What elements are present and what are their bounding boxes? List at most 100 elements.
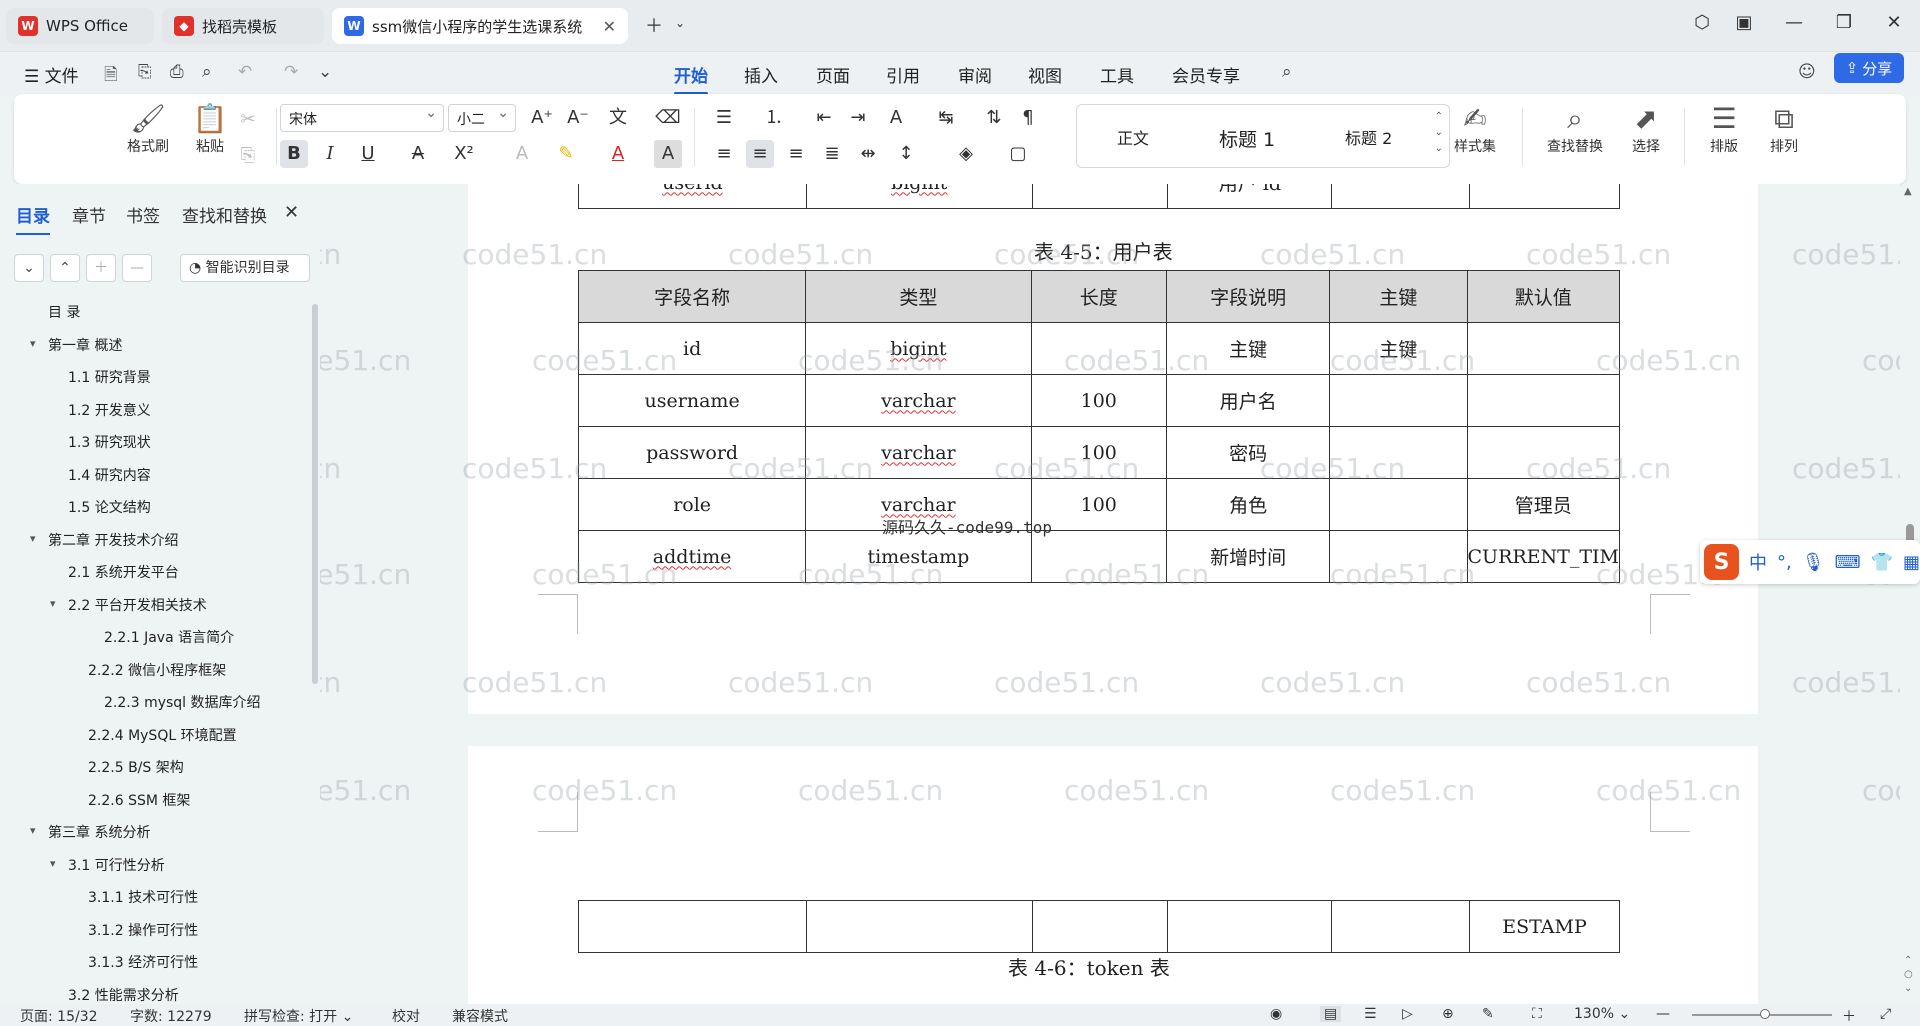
- collapse-all-icon[interactable]: ⌃: [50, 254, 80, 282]
- increase-indent-icon[interactable]: ⇥: [844, 104, 872, 132]
- table-cell[interactable]: 角色: [1165, 478, 1331, 531]
- table-cell[interactable]: varchar: [805, 374, 1032, 427]
- toc-item[interactable]: 第二章 开发技术介绍: [48, 530, 178, 550]
- tab-find-replace[interactable]: 查找和替换: [182, 202, 267, 227]
- user-table[interactable]: 字段名称 类型 长度 字段说明 主键 默认值 id bigint 主键 主键 username va…: [577, 270, 1620, 583]
- table-cell[interactable]: [1030, 322, 1167, 375]
- table-cell[interactable]: role: [577, 478, 807, 531]
- close-window-icon[interactable]: ✕: [1880, 12, 1908, 33]
- arrange-button[interactable]: ⧉ 排列: [1756, 102, 1812, 156]
- table-cell[interactable]: 新增时间: [1165, 530, 1331, 583]
- eye-protect-icon[interactable]: ◉: [1270, 1006, 1282, 1022]
- table-cell[interactable]: [1329, 478, 1468, 531]
- table-cell[interactable]: timestamp: [805, 530, 1032, 583]
- toc-item[interactable]: 2.2.4 MySQL 环境配置: [88, 725, 237, 745]
- line-spacing-icon[interactable]: ↕: [892, 140, 920, 168]
- toc-item[interactable]: 3.1.3 经济可行性: [88, 952, 198, 972]
- numbered-list-icon[interactable]: ⒈: [760, 104, 788, 132]
- undo-icon[interactable]: ↶: [238, 62, 252, 82]
- export-icon[interactable]: ⎘: [138, 62, 152, 82]
- word-count[interactable]: 字数: 12279: [130, 1006, 212, 1026]
- align-left-icon[interactable]: ≡: [710, 140, 738, 168]
- menu-home[interactable]: 开始: [674, 62, 708, 95]
- new-tab-icon[interactable]: ＋: [640, 12, 668, 38]
- toc-item[interactable]: 3.2 性能需求分析: [68, 985, 179, 1005]
- line-wrap-icon[interactable]: ↹: [932, 104, 960, 132]
- print-icon[interactable]: ⎙: [170, 62, 184, 82]
- tab-document[interactable]: W ssm微信小程序的学生选课系统 ✕: [332, 8, 628, 44]
- toc-item[interactable]: 1.1 研究背景: [68, 367, 151, 387]
- zoom-in-icon[interactable]: ＋: [1842, 1006, 1856, 1026]
- microphone-icon[interactable]: 🎙: [1802, 552, 1825, 573]
- menu-member[interactable]: 会员专享: [1172, 62, 1240, 87]
- clear-format-icon[interactable]: ⌫: [654, 104, 682, 132]
- cube-icon[interactable]: ⬡: [1688, 12, 1716, 33]
- toc-collapse-icon[interactable]: ▾: [30, 337, 36, 350]
- shading-icon[interactable]: ◈: [952, 140, 980, 168]
- redo-icon[interactable]: ↷: [284, 62, 298, 82]
- punctuation-icon[interactable]: °,: [1777, 552, 1792, 573]
- table-cell[interactable]: id: [577, 322, 807, 375]
- toc-item[interactable]: 1.5 论文结构: [68, 497, 151, 517]
- tab-wps-office[interactable]: W WPS Office: [6, 8, 154, 44]
- table-cell[interactable]: bigint: [805, 322, 1032, 375]
- highlight-icon[interactable]: ✎: [552, 140, 580, 168]
- toc-collapse-icon[interactable]: ▾: [50, 597, 56, 610]
- select-button[interactable]: ⬈ 选择: [1618, 102, 1674, 156]
- share-button[interactable]: ⇪ 分享: [1834, 53, 1904, 83]
- tab-bookmarks[interactable]: 书签: [126, 202, 160, 227]
- tab-chapters[interactable]: 章节: [72, 202, 106, 227]
- table-cell[interactable]: [1466, 374, 1620, 427]
- menu-references[interactable]: 引用: [886, 62, 920, 87]
- read-mode-icon[interactable]: ▷: [1402, 1006, 1413, 1022]
- table-cell[interactable]: 100: [1030, 426, 1167, 479]
- tab-close-icon[interactable]: ✕: [595, 17, 616, 36]
- toc-collapse-icon[interactable]: ▾: [50, 857, 56, 870]
- search-icon[interactable]: ⌕: [1282, 62, 1292, 82]
- font-size-select[interactable]: 小二: [448, 104, 516, 132]
- table-cell[interactable]: [1466, 322, 1620, 375]
- tab-docer-templates[interactable]: ◆ 找稻壳模板: [162, 8, 324, 44]
- style-set-button[interactable]: ✍ 样式集: [1442, 102, 1508, 156]
- page-nav-icon[interactable]: ⌃ ○ ⌄: [1904, 954, 1913, 996]
- strikethrough-icon[interactable]: A: [404, 140, 432, 168]
- table-cell[interactable]: password: [577, 426, 807, 479]
- italic-icon[interactable]: I: [316, 140, 344, 168]
- save-icon[interactable]: 🗎: [104, 62, 118, 91]
- toc-item[interactable]: 1.4 研究内容: [68, 465, 151, 485]
- print-preview-icon[interactable]: ⌕: [202, 62, 212, 82]
- zoom-slider-thumb[interactable]: [1760, 1009, 1770, 1019]
- toolbox-icon[interactable]: ▦: [1903, 552, 1920, 573]
- tab-list-chevron-icon[interactable]: ⌄: [666, 16, 694, 30]
- cut-icon[interactable]: ✂: [234, 106, 262, 134]
- toc-item[interactable]: 2.2 平台开发相关技术: [68, 595, 207, 615]
- tab-toc[interactable]: 目录: [16, 202, 50, 235]
- paste-button[interactable]: 📋 粘贴: [180, 102, 240, 156]
- table-cell[interactable]: varchar: [805, 426, 1032, 479]
- toc-collapse-icon[interactable]: ▾: [30, 532, 36, 545]
- style-heading-1[interactable]: 标题 1: [1219, 125, 1275, 152]
- fullscreen-icon[interactable]: ⤢: [1880, 1006, 1891, 1022]
- table-cell[interactable]: 主键: [1165, 322, 1331, 375]
- avatar[interactable]: ▣: [1730, 12, 1758, 33]
- toc-item[interactable]: 2.2.3 mysql 数据库介绍: [104, 692, 261, 712]
- shrink-font-icon[interactable]: A⁻: [564, 104, 592, 132]
- phonetic-icon[interactable]: 文: [604, 104, 632, 132]
- menu-review[interactable]: 审阅: [958, 62, 992, 87]
- sidebar-scrollbar[interactable]: [312, 304, 318, 684]
- document-scrollbar[interactable]: ▲ ⌃ ○ ⌄: [1902, 184, 1920, 1004]
- table-cell[interactable]: username: [577, 374, 807, 427]
- decrease-indent-icon[interactable]: ⇤: [810, 104, 838, 132]
- minimize-icon[interactable]: —: [1780, 12, 1808, 33]
- toc-item[interactable]: 2.2.6 SSM 框架: [88, 790, 190, 810]
- toc-item[interactable]: 第一章 概述: [48, 335, 122, 355]
- text-direction-icon[interactable]: A: [882, 104, 910, 132]
- toc-item[interactable]: 3.1 可行性分析: [68, 855, 165, 875]
- quick-access-chevron-icon[interactable]: ⌄: [318, 62, 332, 82]
- copy-icon[interactable]: ⎘: [234, 142, 262, 170]
- bullet-list-icon[interactable]: ☰: [710, 104, 738, 132]
- expand-all-icon[interactable]: ⌄: [14, 254, 44, 282]
- borders-icon[interactable]: ▢: [1004, 140, 1032, 168]
- proofread-button[interactable]: 校对: [392, 1006, 420, 1026]
- table-cell[interactable]: [1329, 426, 1468, 479]
